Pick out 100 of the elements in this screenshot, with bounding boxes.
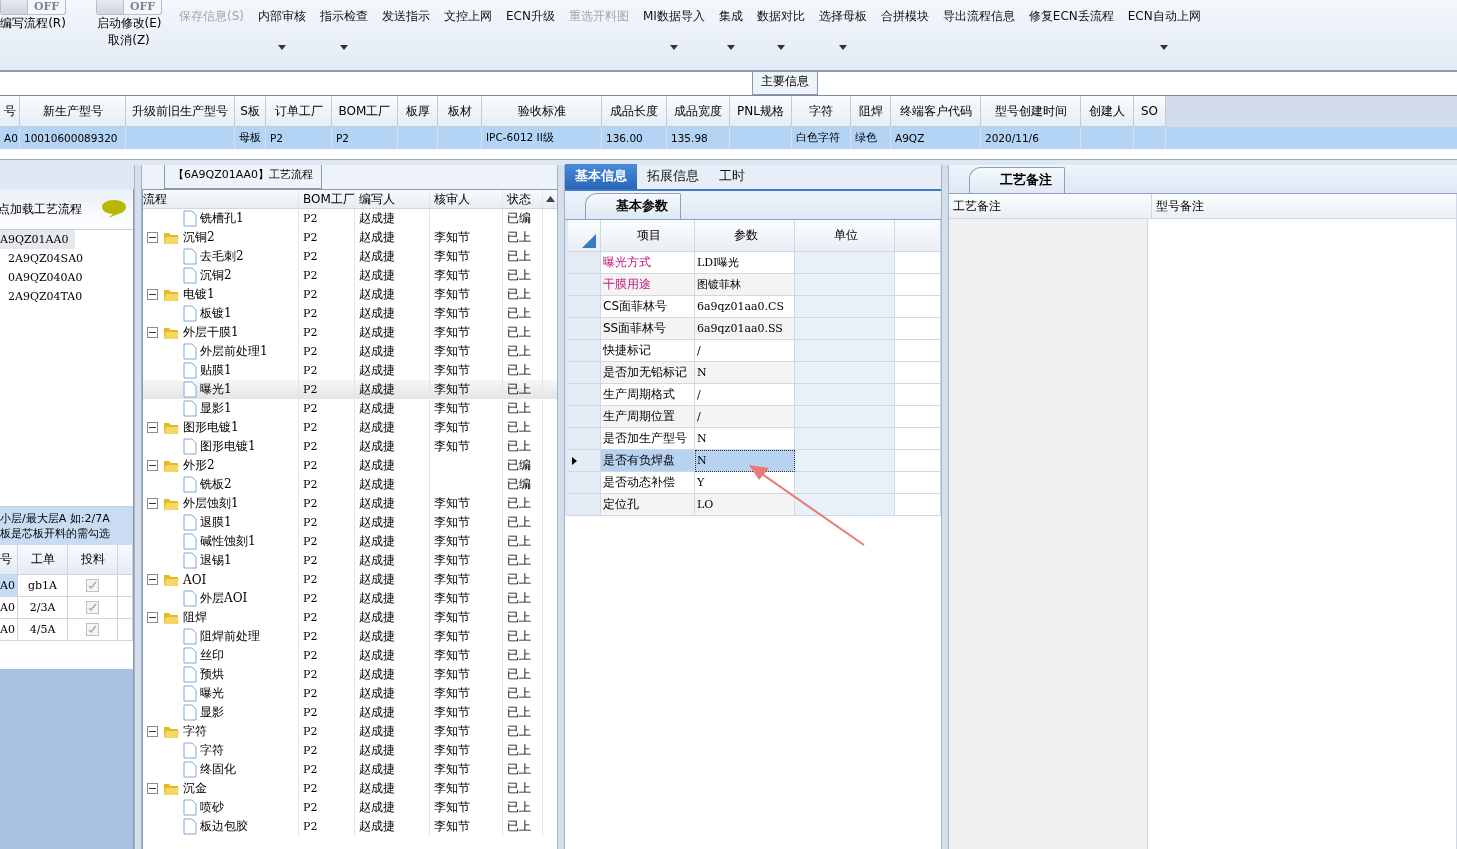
parameter-value[interactable]: 6a9qz01aa0.SS xyxy=(695,318,795,340)
tree-row[interactable]: 图形电镀1 P2 赵成捷 李知节 已上 xyxy=(143,437,557,456)
toolbar-button[interactable]: 文控上网 xyxy=(442,0,494,25)
toolbar-button[interactable]: 选择母板 xyxy=(816,0,869,25)
tree-row[interactable]: 外层蚀刻1 P2 赵成捷 李知节 已上 xyxy=(143,494,557,513)
column-header[interactable]: 型号备注 xyxy=(1152,194,1457,218)
tree-row[interactable]: 字符 P2 赵成捷 李知节 已上 xyxy=(143,741,557,760)
toolbar-button[interactable]: ECN升级 xyxy=(504,0,557,25)
collapse-icon[interactable] xyxy=(147,232,158,243)
parameter-value[interactable]: / xyxy=(695,406,795,428)
checkbox[interactable] xyxy=(86,623,99,636)
tab[interactable]: 拓展信息 xyxy=(637,164,709,189)
toolbar-button[interactable]: 发送指示 xyxy=(380,0,432,25)
column-header[interactable]: BOM工厂 xyxy=(299,190,355,208)
caret-icon[interactable] xyxy=(726,45,735,50)
scroll-up-icon[interactable] xyxy=(546,196,555,202)
tree-row[interactable]: 电镀1 P2 赵成捷 李知节 已上 xyxy=(143,285,557,304)
column-header[interactable]: 新生产型号 xyxy=(20,96,126,127)
tree-row[interactable]: 铣槽孔1 P2 赵成捷 已编 xyxy=(143,209,557,228)
caret-icon[interactable] xyxy=(278,45,286,50)
tree-row[interactable]: 沉金 P2 赵成捷 李知节 已上 xyxy=(143,779,557,798)
tree-row[interactable]: 喷砂 P2 赵成捷 李知节 已上 xyxy=(143,798,557,817)
column-header[interactable]: 核审人 xyxy=(430,190,503,208)
splitter[interactable] xyxy=(941,165,949,849)
checkbox[interactable] xyxy=(86,579,99,592)
column-header[interactable]: 验收标准 xyxy=(482,96,602,127)
column-header[interactable]: 编写人 xyxy=(355,190,430,208)
column-header[interactable]: 流程 xyxy=(143,190,299,208)
caret-icon[interactable] xyxy=(838,45,847,50)
column-header[interactable]: 状态 xyxy=(503,190,543,208)
tree-row[interactable]: 板边包胶 P2 赵成捷 李知节 已上 xyxy=(143,817,557,836)
toolbar-button[interactable]: 内部审核 xyxy=(256,0,308,25)
tree-row[interactable]: 外层干膜1 P2 赵成捷 李知节 已上 xyxy=(143,323,557,342)
speech-bubble-icon[interactable] xyxy=(101,199,127,219)
list-item[interactable]: 2A9QZ04SA0 xyxy=(0,249,133,268)
column-header[interactable]: 订单工厂 xyxy=(266,96,332,127)
tree-row[interactable]: 曝光1 P2 赵成捷 李知节 已上 xyxy=(143,380,557,399)
subtab[interactable]: 工艺备注 xyxy=(969,167,1065,193)
tree-row[interactable]: 阻焊 P2 赵成捷 李知节 已上 xyxy=(143,608,557,627)
caret-icon[interactable] xyxy=(776,45,785,50)
tree-row[interactable]: 去毛刺2 P2 赵成捷 李知节 已上 xyxy=(143,247,557,266)
row-header[interactable] xyxy=(568,450,601,472)
column-header[interactable]: 成品长度 xyxy=(602,96,667,127)
column-header[interactable]: BOM工厂 xyxy=(332,96,398,127)
collapse-icon[interactable] xyxy=(147,422,158,433)
toolbar-button[interactable]: 导出流程信息 xyxy=(940,0,1017,25)
tree-row[interactable]: 退锡1 P2 赵成捷 李知节 已上 xyxy=(143,551,557,570)
tree-row[interactable]: AOI P2 赵成捷 李知节 已上 xyxy=(143,570,557,589)
column-header[interactable]: 投料 xyxy=(68,545,118,575)
tab[interactable]: 工时 xyxy=(709,164,755,189)
column-header[interactable]: 项目 xyxy=(601,220,695,252)
tree-row[interactable]: 铣板2 P2 赵成捷 已编 xyxy=(143,475,557,494)
tree-row[interactable]: 曝光 P2 赵成捷 李知节 已上 xyxy=(143,684,557,703)
parameter-value[interactable]: N xyxy=(695,362,795,384)
column-header[interactable]: 创建人 xyxy=(1081,96,1134,127)
toolbar-button[interactable]: ECN自动上网 xyxy=(1125,0,1203,25)
tree-row[interactable]: 碱性蚀刻1 P2 赵成捷 李知节 已上 xyxy=(143,532,557,551)
column-header[interactable]: 号 xyxy=(0,96,20,127)
column-header[interactable]: S板 xyxy=(235,96,266,127)
collapse-icon[interactable] xyxy=(147,327,158,338)
parameter-value[interactable]: LO xyxy=(695,494,795,516)
tree-row[interactable]: 外形2 P2 赵成捷 已编 xyxy=(143,456,557,475)
parameter-value[interactable]: 图镀菲林 xyxy=(695,274,795,296)
column-header[interactable]: 工单 xyxy=(18,545,68,575)
column-header[interactable]: PNL规格 xyxy=(730,96,792,127)
column-header[interactable]: 工艺备注 xyxy=(949,194,1152,218)
column-header[interactable]: SO xyxy=(1134,96,1166,127)
collapse-icon[interactable] xyxy=(147,460,158,471)
collapse-icon[interactable] xyxy=(147,612,158,623)
tree-row[interactable]: 预烘 P2 赵成捷 李知节 已上 xyxy=(143,665,557,684)
toolbar-button[interactable]: 集成 xyxy=(716,0,745,25)
tab[interactable]: 基本信息 xyxy=(565,164,637,189)
tree-row[interactable]: 显影1 P2 赵成捷 李知节 已上 xyxy=(143,399,557,418)
collapse-icon[interactable] xyxy=(147,726,158,737)
subtab[interactable]: 基本参数 xyxy=(585,193,681,219)
collapse-icon[interactable] xyxy=(147,783,158,794)
tree-row[interactable]: 退膜1 P2 赵成捷 李知节 已上 xyxy=(143,513,557,532)
column-header[interactable]: 型号创建时间 xyxy=(981,96,1081,127)
column-header[interactable]: 字符 xyxy=(792,96,851,127)
tree-row[interactable]: 丝印 P2 赵成捷 李知节 已上 xyxy=(143,646,557,665)
caret-icon[interactable] xyxy=(340,45,348,50)
tree-row[interactable]: 终固化 P2 赵成捷 李知节 已上 xyxy=(143,760,557,779)
collapse-icon[interactable] xyxy=(147,289,158,300)
tree-row[interactable]: 沉铜2 P2 赵成捷 李知节 已上 xyxy=(143,266,557,285)
caret-icon[interactable] xyxy=(669,45,678,50)
tree-row[interactable]: 外层AOI P2 赵成捷 李知节 已上 xyxy=(143,589,557,608)
tree-row[interactable]: 沉铜2 P2 赵成捷 李知节 已上 xyxy=(143,228,557,247)
list-item[interactable]: 2A9QZ04TA0 xyxy=(0,287,133,306)
splitter[interactable] xyxy=(134,165,142,849)
toolbar-button[interactable]: 数据对比 xyxy=(754,0,807,25)
parameter-value[interactable]: N xyxy=(695,450,795,472)
column-header[interactable]: 阻焊 xyxy=(851,96,891,127)
collapse-icon[interactable] xyxy=(147,574,158,585)
column-header[interactable]: 升级前旧生产型号 xyxy=(126,96,235,127)
tree-row[interactable]: 显影 P2 赵成捷 李知节 已上 xyxy=(143,703,557,722)
list-item[interactable]: 0A9QZ040A0 xyxy=(0,268,133,287)
column-header[interactable]: 板材 xyxy=(438,96,482,127)
column-header[interactable]: 参数 xyxy=(695,220,795,252)
column-header[interactable]: 终端客户代码 xyxy=(891,96,981,127)
collapse-icon[interactable] xyxy=(147,498,158,509)
